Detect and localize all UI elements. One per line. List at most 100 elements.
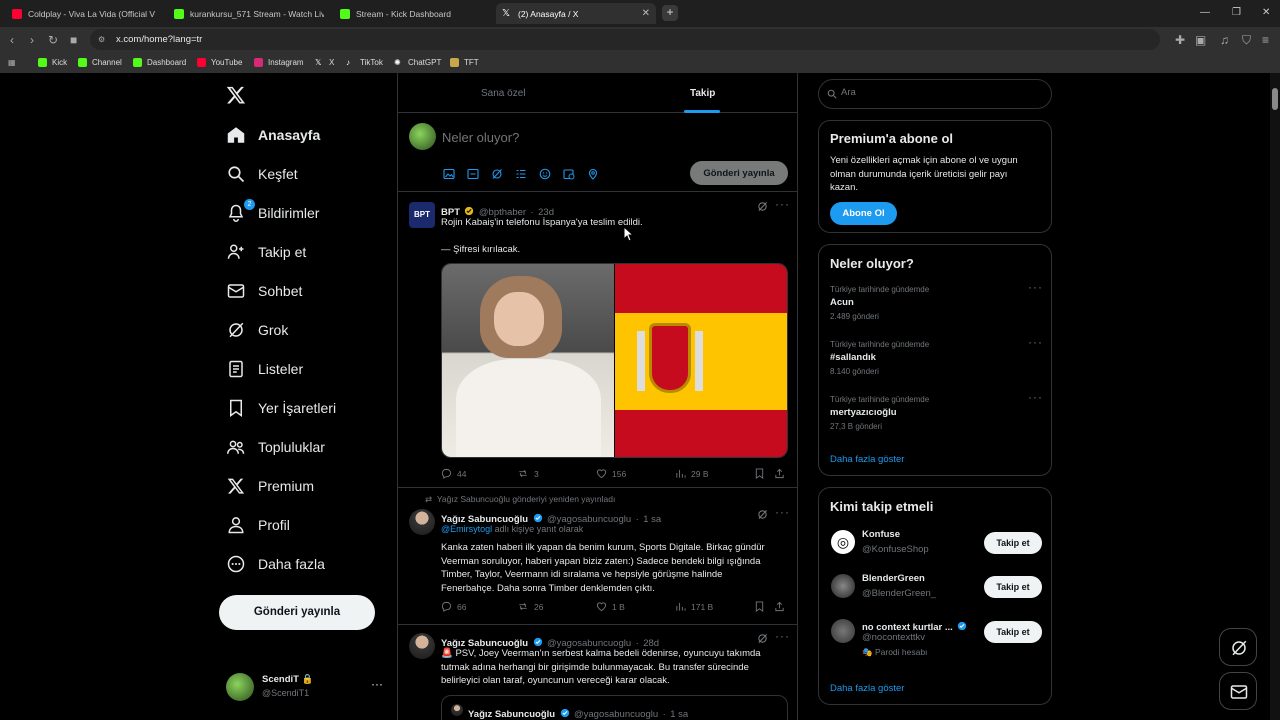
grok-icon[interactable] bbox=[757, 509, 768, 520]
bookmark-channel[interactable]: Channel bbox=[78, 58, 122, 67]
browser-tab-active[interactable]: 𝕏 (2) Anasayfa / X ✕ bbox=[496, 3, 656, 24]
sidebar-icon[interactable]: ▣ bbox=[1195, 33, 1206, 47]
trend-item[interactable]: Türkiye tarihinde gündemde #sallandık 8.… bbox=[830, 335, 1042, 376]
show-more-follow-link[interactable]: Daha fazla göster bbox=[830, 683, 904, 694]
menu-icon[interactable]: ≡ bbox=[1262, 33, 1269, 47]
apps-icon[interactable]: ▦ bbox=[8, 58, 16, 67]
more-icon[interactable]: ··· bbox=[1028, 335, 1043, 349]
new-tab-button[interactable]: + bbox=[662, 5, 678, 21]
image-icon[interactable] bbox=[443, 168, 455, 180]
search-input[interactable] bbox=[841, 87, 1041, 98]
share-button[interactable] bbox=[774, 601, 790, 612]
sidebar-item-lists[interactable]: Listeler bbox=[226, 359, 303, 379]
url-field[interactable]: ⚙ x.com/home?lang=tr bbox=[90, 29, 1160, 50]
repost-button[interactable]: 26 bbox=[517, 601, 543, 612]
bookmark-instagram[interactable]: Instagram bbox=[254, 58, 304, 67]
like-button[interactable]: 156 bbox=[596, 468, 626, 479]
compose-input[interactable] bbox=[442, 127, 742, 147]
follow-button[interactable]: Takip et bbox=[984, 576, 1042, 598]
grok-float-button[interactable] bbox=[1219, 628, 1257, 666]
site-info-icon[interactable]: ⚙ bbox=[98, 29, 105, 50]
sidebar-item-premium[interactable]: Premium bbox=[226, 476, 314, 496]
more-icon[interactable]: ··· bbox=[1028, 390, 1043, 404]
sidebar-item-profile[interactable]: Profil bbox=[226, 515, 290, 535]
reply-button[interactable]: 66 bbox=[441, 601, 466, 612]
bookmark-youtube[interactable]: YouTube bbox=[197, 58, 242, 67]
post-button[interactable]: Gönderi yayınla bbox=[219, 595, 375, 630]
bookmark-page-icon[interactable]: ■ bbox=[70, 33, 77, 47]
sidebar-item-more[interactable]: Daha fazla bbox=[226, 554, 325, 574]
bookmark-tiktok[interactable]: ♪ TikTok bbox=[346, 58, 383, 67]
share-button[interactable] bbox=[774, 468, 790, 479]
emoji-icon[interactable] bbox=[539, 168, 551, 180]
forward-icon[interactable]: › bbox=[30, 33, 34, 47]
show-more-trends-link[interactable]: Daha fazla göster bbox=[830, 454, 904, 465]
sidebar-item-follow[interactable]: Takip et bbox=[226, 242, 306, 262]
trend-item[interactable]: Türkiye tarihinde gündemde Acun 2.489 gö… bbox=[830, 280, 1042, 321]
bookmark-dashboard[interactable]: Dashboard bbox=[133, 58, 186, 67]
tweet[interactable]: BPT BPT @bpthaber · 23d ··· Rojin Kabaiş… bbox=[398, 192, 798, 488]
poll-icon[interactable] bbox=[515, 168, 527, 180]
more-icon[interactable]: ··· bbox=[371, 677, 383, 691]
close-tab-icon[interactable]: ✕ bbox=[636, 8, 650, 19]
browser-tab[interactable]: Coldplay - Viva La Vida (Official V bbox=[6, 3, 162, 24]
tweet[interactable]: ⇄ Yağız Sabuncuoğlu gönderiyi yeniden ya… bbox=[398, 488, 798, 625]
grok-icon[interactable] bbox=[757, 633, 768, 644]
sidebar-item-bookmarks[interactable]: Yer İşaretleri bbox=[226, 398, 336, 418]
scrollbar-thumb[interactable] bbox=[1272, 88, 1278, 110]
more-icon[interactable]: ··· bbox=[775, 629, 790, 643]
maximize-icon[interactable]: ❐ bbox=[1232, 7, 1241, 18]
avatar[interactable] bbox=[409, 633, 435, 659]
sidebar-item-chat[interactable]: Sohbet bbox=[226, 281, 302, 301]
bookmark-chatgpt[interactable]: ✺ ChatGPT bbox=[394, 58, 441, 67]
follow-button[interactable]: Takip et bbox=[984, 621, 1042, 643]
sidebar-item-explore[interactable]: Keşfet bbox=[226, 164, 298, 184]
follow-suggestion[interactable]: ◎ Konfuse @KonfuseShop Takip et bbox=[819, 528, 1053, 558]
back-icon[interactable]: ‹ bbox=[10, 33, 14, 47]
grok-icon[interactable] bbox=[491, 168, 503, 180]
grok-icon[interactable] bbox=[757, 201, 768, 212]
more-icon[interactable]: ··· bbox=[1028, 280, 1043, 294]
reply-button[interactable]: 44 bbox=[441, 468, 466, 479]
bookmark-x[interactable]: 𝕏X bbox=[315, 58, 334, 67]
repost-button[interactable]: 3 bbox=[517, 468, 539, 479]
bookmark-button[interactable] bbox=[754, 468, 770, 479]
reload-icon[interactable]: ↻ bbox=[48, 33, 58, 47]
search-box[interactable] bbox=[818, 79, 1052, 109]
location-icon[interactable] bbox=[587, 168, 599, 180]
tweet-time[interactable]: 1 sa bbox=[643, 514, 661, 525]
trend-item[interactable]: Türkiye tarihinde gündemde mertyazıcıoğl… bbox=[830, 390, 1042, 431]
minimize-icon[interactable]: — bbox=[1200, 7, 1210, 18]
media-icon[interactable]: ♫ bbox=[1220, 33, 1229, 47]
tweet[interactable]: Yağız Sabuncuoğlu @yagosabuncuoglu · 28d… bbox=[398, 625, 798, 720]
subscribe-button[interactable]: Abone Ol bbox=[830, 202, 897, 225]
schedule-icon[interactable] bbox=[563, 168, 575, 180]
bookmark-kick[interactable]: Kick bbox=[38, 58, 67, 67]
browser-tab[interactable]: kurankursu_571 Stream - Watch Live bbox=[168, 3, 324, 24]
account-switcher[interactable]: ScendiT 🔒 @ScendiT1 ··· bbox=[226, 671, 386, 703]
x-logo-icon[interactable] bbox=[226, 85, 246, 105]
close-window-icon[interactable]: ✕ bbox=[1262, 7, 1270, 18]
bookmark-tft[interactable]: TFT bbox=[450, 58, 479, 67]
quoted-tweet[interactable]: Yağız Sabuncuoğlu @yagosabuncuoglu · 1 s… bbox=[441, 695, 788, 720]
avatar[interactable] bbox=[409, 509, 435, 535]
gif-icon[interactable] bbox=[467, 168, 479, 180]
sidebar-item-grok[interactable]: Grok bbox=[226, 320, 288, 340]
bookmark-button[interactable] bbox=[754, 601, 770, 612]
sidebar-item-notifications[interactable]: 2 Bildirimler bbox=[226, 199, 319, 223]
shield-icon[interactable]: ⛉ bbox=[1242, 33, 1251, 48]
extensions-icon[interactable]: ✚ bbox=[1175, 33, 1185, 47]
sidebar-item-communities[interactable]: Topluluklar bbox=[226, 437, 325, 457]
avatar[interactable]: BPT bbox=[409, 202, 435, 228]
scrollbar[interactable] bbox=[1270, 73, 1280, 720]
more-icon[interactable]: ··· bbox=[775, 197, 790, 211]
repost-note-text[interactable]: Yağız Sabuncuoğlu gönderiyi yeniden yayı… bbox=[437, 494, 615, 504]
views-button[interactable]: 29 B bbox=[675, 468, 709, 479]
follow-suggestion[interactable]: no context kurtlar ... @nocontexttkv 🎭 P… bbox=[819, 616, 1053, 662]
views-button[interactable]: 171 B bbox=[675, 601, 713, 612]
reply-mention[interactable]: @Emirsytogl bbox=[441, 524, 492, 534]
compose-post-button[interactable]: Gönderi yayınla bbox=[690, 161, 788, 185]
tab-following[interactable]: Takip bbox=[690, 88, 715, 99]
follow-suggestion[interactable]: BlenderGreen @BlenderGreen_ Takip et bbox=[819, 572, 1053, 602]
browser-tab[interactable]: Stream - Kick Dashboard bbox=[334, 3, 490, 24]
